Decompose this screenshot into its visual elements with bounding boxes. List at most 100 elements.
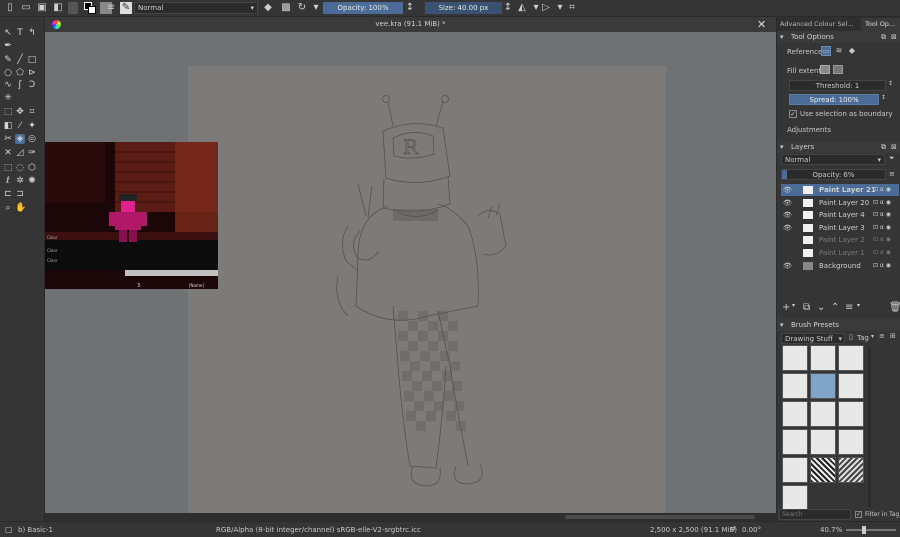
brush-search-input[interactable] <box>780 510 850 519</box>
panel-menu-icon[interactable]: ▾ <box>780 31 784 43</box>
brush-preset-item[interactable] <box>782 401 808 427</box>
spin-arrows-icon[interactable]: ↕ <box>404 2 416 14</box>
mirror-horizontal-icon[interactable]: ◭ <box>516 2 528 14</box>
polygon-tool-icon[interactable]: ⬠ <box>15 68 25 78</box>
brush-tag-select[interactable]: Drawing Stuff ▾ <box>781 333 845 344</box>
brush-preset-item[interactable] <box>782 457 808 483</box>
enclose-fill-icon[interactable]: ◎ <box>27 134 37 144</box>
visibility-eye-icon[interactable]: 👁 <box>783 209 792 221</box>
polygonal-selection-icon[interactable]: ⬡ <box>27 163 37 173</box>
bezier-selection-icon[interactable]: ⊏ <box>3 189 13 199</box>
layer-row[interactable]: 👁 Paint Layer 21 ⊡ α ◉ <box>781 184 899 196</box>
brush-preset-item[interactable] <box>810 457 836 483</box>
gradient-icon[interactable]: ◧ <box>52 2 64 14</box>
threshold-slider[interactable]: Threshold: 1 <box>789 80 886 91</box>
smart-patch-icon[interactable]: ✂ <box>3 134 13 144</box>
assistant-tool-icon[interactable]: ✕ <box>3 148 13 158</box>
brush-search-field[interactable] <box>779 509 851 520</box>
brush-preview-icon[interactable]: ▢ <box>5 525 13 534</box>
crop-tool-icon[interactable]: ⌗ <box>27 107 37 117</box>
canvas-viewport[interactable]: R Clear Clear Clear 3 [Name] <box>45 32 776 521</box>
reference-image[interactable]: Clear Clear Clear 3 [Name] <box>45 142 218 289</box>
measure-tool-icon[interactable]: ◿ <box>15 148 25 158</box>
brush-preset-item[interactable] <box>782 345 808 371</box>
close-panel-icon[interactable]: ⊠ <box>891 31 897 43</box>
layer-row[interactable]: Paint Layer 1 ⊡ α ◉ <box>781 247 899 259</box>
fill-tool-icon[interactable]: ◈ <box>15 134 25 144</box>
freehand-brush-icon[interactable]: ✎ <box>3 55 13 65</box>
zoom-slider-handle[interactable] <box>862 526 866 534</box>
duplicate-layer-icon[interactable]: ⧉ <box>803 302 810 313</box>
brush-preset-item[interactable] <box>838 373 864 399</box>
filter-in-tag-checkbox[interactable]: ✓ <box>855 511 862 518</box>
close-panel-icon[interactable]: ⊠ <box>891 141 897 153</box>
brush-preset-item[interactable] <box>782 485 808 511</box>
zoom-tool-icon[interactable]: ⌕ <box>3 203 13 213</box>
chevron-down-icon[interactable]: ▾ <box>792 302 795 309</box>
bezier-curve-icon[interactable]: ∿ <box>3 80 13 90</box>
brush-preset-item[interactable] <box>782 429 808 455</box>
move-tool-icon[interactable]: ✥ <box>15 107 25 117</box>
layer-property-icons[interactable]: ⊡ α ◉ <box>873 184 891 196</box>
layer-property-icons[interactable]: ⊡ α ◉ <box>873 247 891 259</box>
zoom-slider[interactable] <box>846 529 896 531</box>
spin-arrows-icon[interactable]: ↕ <box>888 80 893 87</box>
fill-extent-similar-icon[interactable] <box>820 65 830 74</box>
reference-current-layer-icon[interactable]: ▭ <box>821 46 831 56</box>
chevron-down-icon[interactable]: ▾ <box>554 2 566 14</box>
layer-row[interactable]: 👁 Background ⊡ α ◉ <box>781 260 899 272</box>
use-selection-checkbox[interactable]: ✓ <box>789 110 797 118</box>
brush-preset-item[interactable] <box>810 401 836 427</box>
magnetic-selection-icon[interactable]: ⊐ <box>15 189 25 199</box>
layer-property-icons[interactable]: ⊡ α ◉ <box>873 197 891 209</box>
layer-property-icons[interactable]: ⊡ α ◉ <box>873 209 891 221</box>
brush-preset-item[interactable] <box>810 345 836 371</box>
brush-preset-item[interactable] <box>810 373 836 399</box>
tag-icon[interactable]: ▯ <box>849 333 853 341</box>
spread-slider[interactable]: Spread: 100% <box>789 94 879 105</box>
contiguous-selection-icon[interactable]: ✲ <box>15 176 25 186</box>
pan-tool-icon[interactable]: ✋ <box>15 203 26 213</box>
move-layer-up-icon[interactable]: ⌃ <box>831 302 839 313</box>
panel-menu-icon[interactable]: ▾ <box>780 141 784 153</box>
save-icon[interactable]: ▣ <box>36 2 48 14</box>
delete-layer-icon[interactable]: 🗑 <box>889 302 900 313</box>
polyline-tool-icon[interactable]: ⊳ <box>27 68 37 78</box>
rectangular-selection-icon[interactable]: ⬚ <box>3 163 13 173</box>
reload-icon[interactable]: ↻ <box>296 2 308 14</box>
layer-blend-mode-select[interactable]: Normal ▾ <box>781 154 885 165</box>
preserve-alpha-icon[interactable]: ▩ <box>280 2 292 14</box>
brush-preset-icon[interactable]: ✎ <box>120 2 132 14</box>
similar-color-selection-icon[interactable]: ✺ <box>27 176 37 186</box>
reference-labeled-layers-icon[interactable]: ◆ <box>847 46 857 56</box>
freehand-path-icon[interactable]: ʃ <box>15 80 25 90</box>
layer-property-icons[interactable]: ⊡ α ◉ <box>873 222 891 234</box>
edit-shapes-icon[interactable]: ↰ <box>27 28 37 38</box>
chevron-down-icon[interactable]: ▾ <box>857 302 860 309</box>
filter-icon[interactable]: ⏷ <box>889 154 895 163</box>
preset-scrollbar[interactable] <box>868 347 871 507</box>
canvas-paper[interactable]: R <box>188 66 666 521</box>
float-panel-icon[interactable]: ⧉ <box>881 141 886 153</box>
float-panel-icon[interactable]: ⧉ <box>881 31 886 43</box>
gradient-tool-icon[interactable]: ◧ <box>3 121 13 131</box>
layer-opacity-slider[interactable]: Opacity: 6% <box>781 169 886 180</box>
new-document-icon[interactable]: ▯ <box>4 2 16 14</box>
add-layer-icon[interactable]: + <box>782 302 790 313</box>
dynamic-brush-icon[interactable]: Ͻ <box>27 80 37 90</box>
open-folder-icon[interactable]: ▭ <box>20 2 32 14</box>
layer-property-icons[interactable]: ⊡ α ◉ <box>873 260 891 272</box>
layer-row[interactable]: 👁 Paint Layer 3 ⊡ α ◉ <box>781 222 899 234</box>
visibility-eye-icon[interactable]: 👁 <box>783 197 792 209</box>
reference-images-icon[interactable]: ✑ <box>27 148 37 158</box>
chevron-down-icon[interactable]: ▾ <box>871 333 874 340</box>
tab-tool-options[interactable]: Tool Op... <box>861 18 900 31</box>
close-icon[interactable]: ✕ <box>757 18 766 31</box>
text-tool-icon[interactable]: T <box>15 28 25 38</box>
rotate-icon[interactable]: ↺ <box>730 525 736 533</box>
size-slider[interactable]: Size: 40.00 px <box>425 2 502 14</box>
grid-view-icon[interactable]: ⊞ <box>890 332 896 340</box>
multibrush-icon[interactable]: ✳ <box>3 93 13 103</box>
brush-preset-item[interactable] <box>838 401 864 427</box>
rectangle-tool-icon[interactable]: □ <box>27 55 37 65</box>
